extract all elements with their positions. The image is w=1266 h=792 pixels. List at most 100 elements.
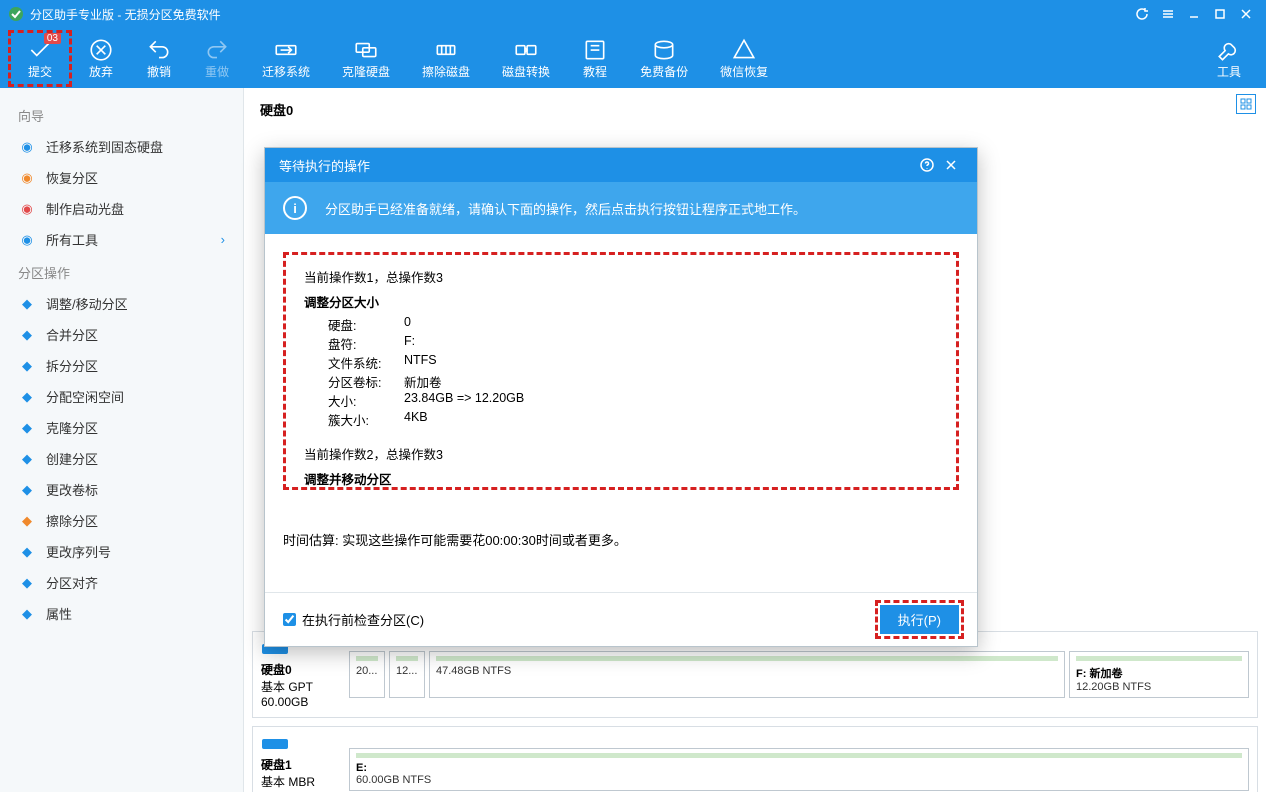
ssd-icon: ◉ (18, 138, 36, 156)
disk0-header: 硬盘0 (252, 96, 1258, 123)
sidebar-item[interactable]: ◆克隆分区 (0, 412, 243, 443)
close-icon[interactable] (1234, 2, 1258, 26)
disc-icon: ◉ (18, 200, 36, 218)
commit-button[interactable]: 03 提交 (8, 30, 72, 87)
disk-convert-button[interactable]: 磁盘转换 (486, 33, 566, 84)
sidebar-item[interactable]: ◆ 分配空闲空间 (0, 381, 243, 412)
serial-icon: ◆ (18, 543, 36, 561)
toolbar: 03 提交 放弃 撤销 重做 迁移系统 克隆硬盘 擦除磁盘 磁盘转换 教程 免费… (0, 28, 1266, 88)
window-title: 分区助手专业版 - 无损分区免费软件 (30, 6, 221, 23)
sidebar-item-label: 制作启动光盘 (46, 199, 124, 218)
merge-icon: ◆ (18, 326, 36, 344)
sidebar-item[interactable]: ◆ 调整/移动分区 (0, 288, 243, 319)
label-icon: ◆ (18, 481, 36, 499)
disk-row[interactable]: 硬盘1基本 MBR60.00GBE:60.00GB NTFS (252, 726, 1258, 792)
partition[interactable]: F: 新加卷12.20GB NTFS (1069, 651, 1249, 698)
dots-icon: ◉ (18, 231, 36, 249)
sidebar-item[interactable]: ◆更改卷标 (0, 474, 243, 505)
operations-list[interactable]: 当前操作数1，总操作数3 调整分区大小 硬盘:0盘符:F:文件系统:NTFS分区… (283, 252, 959, 490)
op-value: NTFS (404, 353, 437, 372)
op2-title: 调整并移动分区 (304, 469, 938, 488)
pie-icon: ◉ (18, 169, 36, 187)
menu-icon[interactable] (1156, 2, 1180, 26)
sidebar-item-label: 克隆分区 (46, 418, 98, 437)
ops-section-title: 分区操作 (0, 255, 243, 288)
partition-size: 12.20GB NTFS (1076, 681, 1242, 693)
wizard-section-title: 向导 (0, 98, 243, 131)
redo-button[interactable]: 重做 (188, 33, 246, 84)
titlebar: 分区助手专业版 - 无损分区免费软件 (0, 0, 1266, 28)
check-partition-input[interactable] (283, 613, 296, 626)
time-estimate: 时间估算: 实现这些操作可能需要花00:00:30时间或者更多。 (283, 530, 959, 549)
sidebar-item-label: 拆分分区 (46, 356, 98, 375)
op-counter-1: 当前操作数1，总操作数3 (304, 267, 938, 286)
disk-name: 硬盘1 (261, 756, 341, 773)
op-key: 簇大小: (304, 410, 404, 429)
migrate-button[interactable]: 迁移系统 (246, 33, 326, 84)
sidebar-item[interactable]: ◆ 合并分区 (0, 319, 243, 350)
pending-ops-dialog: 等待执行的操作 i 分区助手已经准备就绪，请确认下面的操作，然后点击执行按钮让程… (264, 147, 978, 647)
tutorial-button[interactable]: 教程 (566, 33, 624, 84)
undo-button[interactable]: 撤销 (130, 33, 188, 84)
clone-disk-button[interactable]: 克隆硬盘 (326, 33, 406, 84)
align-icon: ◆ (18, 574, 36, 592)
alloc-icon: ◆ (18, 388, 36, 406)
op-key: 盘符: (304, 334, 404, 353)
refresh-icon[interactable] (1130, 2, 1154, 26)
op1-title: 调整分区大小 (304, 292, 938, 311)
sidebar-item-label: 分配空闲空间 (46, 387, 124, 406)
partition[interactable]: 47.48GB NTFS (429, 651, 1065, 698)
view-toggle-button[interactable] (1236, 94, 1256, 114)
help-icon[interactable] (915, 153, 939, 177)
discard-button[interactable]: 放弃 (72, 33, 130, 84)
app-logo-icon (8, 6, 24, 22)
resize-icon: ◆ (18, 295, 36, 313)
op-value: 4KB (404, 410, 428, 429)
op-key: 文件系统: (304, 353, 404, 372)
sidebar-item[interactable]: ◆更改序列号 (0, 536, 243, 567)
sidebar-item[interactable]: ◆ 分区对齐 (0, 567, 243, 598)
sidebar-item[interactable]: ◆ 拆分分区 (0, 350, 243, 381)
partition-size: 12... (396, 665, 418, 677)
op-value: 新加卷 (404, 372, 442, 391)
op-key: 硬盘: (304, 315, 404, 334)
free-backup-button[interactable]: 免费备份 (624, 33, 704, 84)
minimize-icon[interactable] (1182, 2, 1206, 26)
op-value: 23.84GB => 12.20GB (404, 391, 524, 410)
sidebar-item[interactable]: ◉所有工具› (0, 224, 243, 255)
banner-text: 分区助手已经准备就绪，请确认下面的操作，然后点击执行按钮让程序正式地工作。 (325, 199, 806, 218)
check-partition-label: 在执行前检查分区(C) (302, 610, 424, 629)
sidebar-item[interactable]: ◆擦除分区 (0, 505, 243, 536)
maximize-icon[interactable] (1208, 2, 1232, 26)
partition-size: 20... (356, 665, 378, 677)
op-key: 分区卷标: (304, 372, 404, 391)
sidebar-item[interactable]: ◉迁移系统到固态硬盘 (0, 131, 243, 162)
sidebar-item[interactable]: ◆属性 (0, 598, 243, 629)
sidebar-item-label: 调整/移动分区 (46, 294, 128, 313)
partition[interactable]: 20... (349, 651, 385, 698)
sidebar-item-label: 合并分区 (46, 325, 98, 344)
check-partition-checkbox[interactable]: 在执行前检查分区(C) (283, 610, 424, 629)
dialog-close-icon[interactable] (939, 153, 963, 177)
partition-label: E: (356, 762, 1242, 774)
op-value: 0 (404, 315, 411, 334)
sidebar-item-label: 创建分区 (46, 449, 98, 468)
op-key: 大小: (304, 391, 404, 410)
sidebar-item-label: 分区对齐 (46, 573, 98, 592)
dialog-title: 等待执行的操作 (279, 156, 370, 175)
op-counter-2: 当前操作数2，总操作数3 (304, 444, 938, 463)
chevron-right-icon: › (221, 232, 225, 247)
tools-button[interactable]: 工具 (1200, 33, 1258, 84)
sidebar-item[interactable]: ◉恢复分区 (0, 162, 243, 193)
execute-button[interactable]: 执行(P) (880, 605, 959, 634)
wipe-disk-button[interactable]: 擦除磁盘 (406, 33, 486, 84)
sidebar-item[interactable]: ◉ 制作启动光盘 (0, 193, 243, 224)
disk-icon (261, 735, 289, 753)
sidebar-item[interactable]: ◆创建分区 (0, 443, 243, 474)
disk-scheme: 基本 MBR (261, 773, 341, 790)
partition[interactable]: 12... (389, 651, 425, 698)
partition[interactable]: E:60.00GB NTFS (349, 748, 1249, 791)
commit-badge: 03 (44, 33, 61, 44)
wechat-restore-button[interactable]: 微信恢复 (704, 33, 784, 84)
split-icon: ◆ (18, 357, 36, 375)
